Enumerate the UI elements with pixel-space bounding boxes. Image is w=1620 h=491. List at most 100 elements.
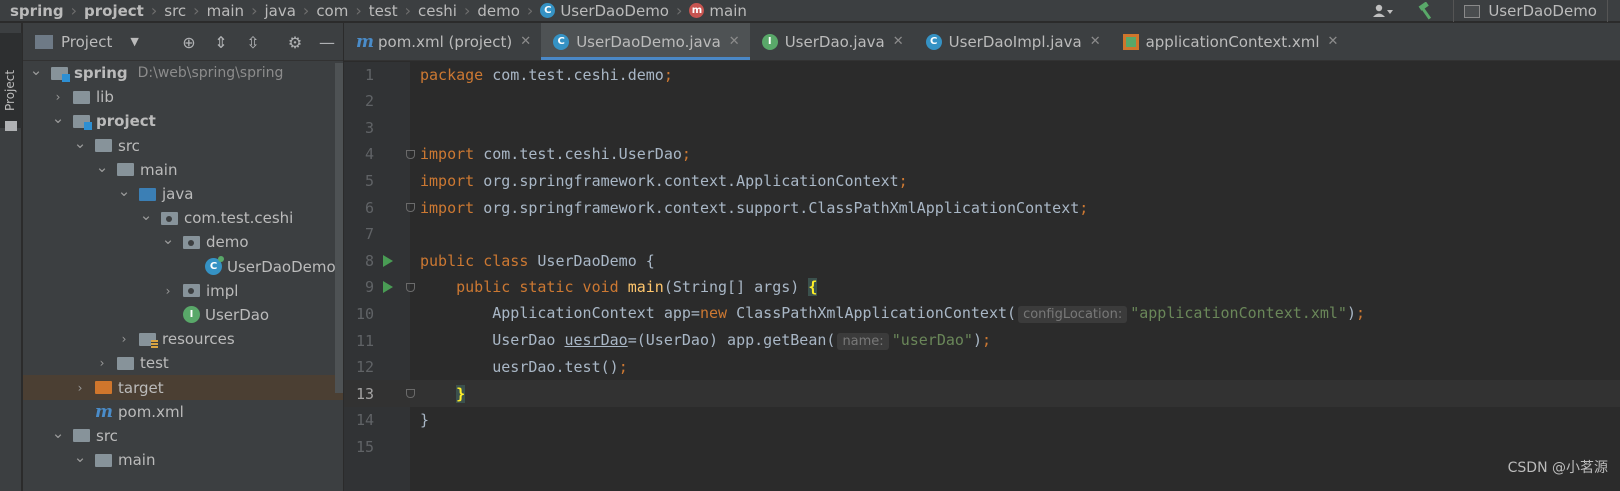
code-line[interactable]: 11 UserDao uesrDao=(UserDao) app.getBean… <box>344 327 1620 354</box>
run-gutter-icon[interactable] <box>381 280 395 294</box>
tree-item-userdao[interactable]: › I UserDao <box>23 303 343 327</box>
chevron-right-icon[interactable]: › <box>95 356 109 370</box>
code-line[interactable]: 13 } <box>344 380 1620 408</box>
close-icon[interactable]: ✕ <box>729 34 740 49</box>
gear-icon[interactable]: ⚙ <box>279 33 311 52</box>
breadcrumb-project[interactable]: project <box>81 2 147 20</box>
chevron-right-icon[interactable]: › <box>51 90 65 104</box>
code-line[interactable]: 10 ApplicationContext app=new ClassPathX… <box>344 300 1620 327</box>
chevron-down-icon[interactable]: ⌄ <box>51 424 65 442</box>
code-line[interactable]: 1 package com.test.ceshi.demo; <box>344 61 1620 88</box>
breadcrumb-spring[interactable]: spring <box>0 2 67 20</box>
toolbar-right: UserDaoDemo <box>1369 0 1620 22</box>
tree-item-target[interactable]: › target <box>23 375 343 400</box>
line-number: 6 <box>364 198 374 217</box>
code-token: ; <box>681 145 691 164</box>
code-line[interactable]: 4 import com.test.ceshi.UserDao; <box>344 141 1620 168</box>
code-line[interactable]: 6 import org.springframework.context.supp… <box>344 194 1620 221</box>
breadcrumb-test[interactable]: test <box>366 2 401 20</box>
code-token: import <box>420 198 484 217</box>
editor-tab-userdao-java[interactable]: I UserDao.java ✕ <box>750 23 914 60</box>
chevron-down-icon[interactable]: ▼ <box>130 35 138 48</box>
chevron-right-icon[interactable]: › <box>117 332 131 346</box>
chevron-down-icon[interactable]: ⌄ <box>29 61 43 79</box>
editor-tab-userdaodemo-java[interactable]: C UserDaoDemo.java ✕ <box>541 23 750 60</box>
editor-tab-pom-xml-project-[interactable]: m pom.xml (project) ✕ <box>344 23 541 60</box>
parameter-hint: name: <box>837 333 889 350</box>
collapse-all-icon[interactable]: ⇳ <box>237 33 269 52</box>
close-icon[interactable]: ✕ <box>893 34 904 49</box>
breadcrumb-class[interactable]: C UserDaoDemo <box>537 2 672 20</box>
tree-item-userdaodemo[interactable]: › CUserDaoDemo <box>23 255 343 279</box>
tree-item-label: spring <box>74 64 128 83</box>
scrollbar[interactable] <box>335 63 343 393</box>
locate-icon[interactable]: ⊕ <box>173 33 205 52</box>
tree-item-main[interactable]: ⌄ main <box>23 158 343 182</box>
chevron-down-icon[interactable]: ⌄ <box>95 158 109 176</box>
breadcrumb-src[interactable]: src <box>161 2 189 20</box>
close-icon[interactable]: ✕ <box>1090 34 1101 49</box>
fold-marker-icon[interactable] <box>406 282 415 292</box>
tree-item-spring[interactable]: ⌄ spring D:\web\spring\spring <box>23 61 343 85</box>
build-hammer-icon[interactable] <box>1415 0 1437 22</box>
parameter-hint: configLocation: <box>1018 306 1128 324</box>
tree-item-java[interactable]: ⌄ java <box>23 182 343 206</box>
tab-label: applicationContext.xml <box>1145 32 1320 51</box>
tree-item-resources[interactable]: › resources <box>23 327 343 351</box>
tree-item-demo[interactable]: ⌄ demo <box>23 230 343 254</box>
tree-item-impl[interactable]: › impl <box>23 279 343 303</box>
chevron-down-icon[interactable]: ⌄ <box>139 206 153 224</box>
code-line[interactable]: 7 <box>344 221 1620 248</box>
user-icon[interactable] <box>1369 0 1397 22</box>
chevron-right-icon[interactable]: › <box>73 381 87 395</box>
editor-tab-userdaoimpl-java[interactable]: C UserDaoImpl.java ✕ <box>914 23 1111 60</box>
code-token: ; <box>982 331 992 349</box>
tree-item-lib[interactable]: › lib <box>23 85 343 109</box>
chevron-right-icon[interactable]: › <box>161 284 175 298</box>
close-icon[interactable]: ✕ <box>1328 34 1339 49</box>
run-configuration-select[interactable]: UserDaoDemo <box>1453 0 1608 22</box>
run-gutter-icon[interactable] <box>381 254 395 268</box>
code-line[interactable]: 15 <box>344 433 1620 460</box>
code-line[interactable]: 14} <box>344 407 1620 434</box>
fold-marker-icon[interactable] <box>406 389 415 399</box>
breadcrumb-java[interactable]: java <box>261 2 298 20</box>
breadcrumb-separator: › <box>302 1 310 20</box>
code-line[interactable]: 5 import org.springframework.context.Appl… <box>344 167 1620 194</box>
chevron-down-icon[interactable]: ⌄ <box>51 109 65 127</box>
fold-marker-icon[interactable] <box>406 149 415 159</box>
chevron-down-icon[interactable]: ⌄ <box>73 448 87 466</box>
tree-item-com-test-ceshi[interactable]: ⌄ com.test.ceshi <box>23 206 343 230</box>
excluded-folder-icon <box>95 381 112 395</box>
minimize-icon[interactable]: — <box>311 33 343 52</box>
code-text: package com.test.ceshi.demo; <box>420 66 673 84</box>
breadcrumb-main[interactable]: main <box>204 2 247 20</box>
breadcrumb-demo[interactable]: demo <box>474 2 523 20</box>
fold-marker-icon[interactable] <box>406 203 415 212</box>
package-icon <box>183 284 200 298</box>
close-icon[interactable]: ✕ <box>520 34 531 49</box>
tree-item-test[interactable]: › test <box>23 351 343 375</box>
code-token: } <box>420 411 430 430</box>
expand-all-icon[interactable]: ⇕ <box>205 33 237 52</box>
project-tool-window-button[interactable]: Project <box>0 33 22 131</box>
breadcrumb-method[interactable]: m main <box>686 2 749 20</box>
chevron-down-icon[interactable]: ⌄ <box>117 182 131 200</box>
breadcrumb-ceshi[interactable]: ceshi <box>415 2 460 20</box>
code-line[interactable]: 12 uesrDao.test(); <box>344 354 1620 381</box>
tree-item-main[interactable]: ⌄ main <box>23 448 343 472</box>
tree-item-pom-xml[interactable]: › m pom.xml <box>23 400 343 424</box>
tree-item-src[interactable]: ⌄ src <box>23 424 343 448</box>
tree-item-project[interactable]: ⌄ project <box>23 109 343 133</box>
tree-item-src[interactable]: ⌄ src <box>23 134 343 158</box>
code-line[interactable]: 8 public class UserDaoDemo { <box>344 247 1620 274</box>
editor-tab-applicationcontext-xml[interactable]: applicationContext.xml ✕ <box>1111 23 1349 60</box>
code-line[interactable]: 9 public static void main(String[] args)… <box>344 274 1620 301</box>
code-line[interactable]: 2 <box>344 88 1620 115</box>
code-line[interactable]: 3 <box>344 114 1620 141</box>
tree-item-label: impl <box>206 281 239 300</box>
chevron-down-icon[interactable]: ⌄ <box>73 134 87 152</box>
breadcrumb-com[interactable]: com <box>313 2 351 20</box>
chevron-down-icon[interactable]: ⌄ <box>161 230 175 248</box>
project-view-selector[interactable]: Project <box>61 33 112 51</box>
